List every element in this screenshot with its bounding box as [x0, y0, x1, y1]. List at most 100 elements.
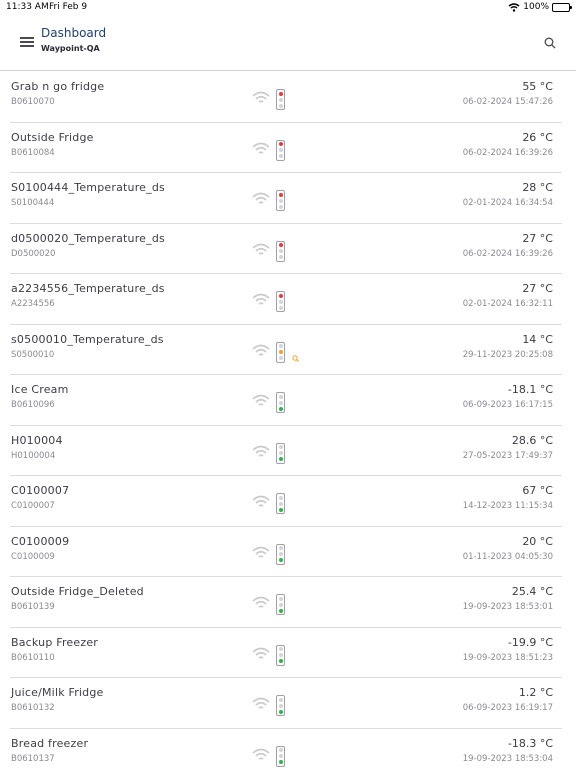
status-light-middle [278, 703, 283, 708]
device-name: d0500020_Temperature_ds [11, 231, 165, 245]
temperature-value: -19.9 °C [507, 635, 553, 649]
last-reading-time: 06-09-2023 16:17:15 [462, 400, 553, 410]
device-row[interactable]: s0500010_Temperature_ds S0500010 14 °C 2… [10, 325, 562, 375]
status-light-top [278, 192, 283, 197]
app-header: Dashboard Waypoint-QA [0, 16, 576, 71]
wifi-signal-icon [252, 192, 270, 204]
device-id: B0610084 [11, 147, 55, 158]
last-reading-time: 14-12-2023 11:15:34 [462, 501, 553, 511]
device-id: S0500010 [11, 349, 55, 360]
status-traffic-light-icon [276, 644, 285, 666]
status-traffic-light-icon [276, 190, 285, 211]
temperature-value: -18.3 °C [507, 736, 553, 750]
wifi-signal-icon [252, 344, 270, 356]
device-row[interactable]: Bread freezer B0610137 -18.3 °C 19-09-20… [10, 729, 562, 768]
device-row[interactable]: Ice Cream B0610096 -18.1 °C 06-09-2023 1… [10, 375, 562, 426]
status-traffic-light-icon [276, 745, 285, 767]
wifi-status-icon [508, 2, 520, 12]
status-traffic-light-icon [276, 543, 285, 565]
status-light-middle [278, 350, 283, 354]
status-light-bottom [278, 305, 283, 310]
temperature-value: 26 °C [522, 130, 553, 144]
device-row[interactable]: Juice/Milk Fridge B0610132 1.2 °C 06-09-… [10, 678, 562, 729]
status-light-top [278, 91, 283, 96]
wifi-signal-icon [252, 748, 270, 760]
status-light-bottom [278, 154, 283, 158]
status-light-bottom [278, 760, 283, 764]
last-reading-time: 29-11-2023 20:25:08 [462, 349, 553, 360]
last-reading-time: 06-02-2024 16:39:26 [462, 147, 553, 158]
status-light-top [278, 344, 283, 348]
device-id: D0500020 [11, 248, 56, 259]
temperature-value: 28 °C [522, 181, 553, 194]
wifi-signal-icon [252, 243, 270, 255]
status-light-bottom [278, 709, 283, 714]
battery-icon [552, 2, 572, 12]
status-light-bottom [278, 558, 283, 562]
device-name: C0100009 [11, 534, 70, 548]
device-name: Outside Fridge_Deleted [11, 585, 144, 598]
hamburger-menu-icon[interactable] [20, 37, 34, 47]
device-row[interactable]: Outside Fridge_Deleted B0610139 25.4 °C … [10, 577, 562, 628]
status-traffic-light-icon [276, 442, 285, 464]
temperature-value: 25.4 °C [511, 585, 553, 598]
device-row[interactable]: S0100444_Temperature_ds S0100444 28 °C 0… [10, 173, 562, 224]
status-light-middle [278, 299, 283, 304]
temperature-value: 55 °C [522, 80, 553, 93]
device-name: Outside Fridge [11, 130, 94, 144]
device-row[interactable]: Grab n go fridge B0610070 55 °C 06-02-20… [10, 72, 562, 123]
status-light-top [278, 546, 283, 550]
last-reading-time: 19-09-2023 18:53:04 [462, 753, 553, 764]
wifi-signal-icon [252, 91, 270, 103]
last-reading-time: 06-09-2023 16:19:17 [462, 703, 553, 713]
device-row[interactable]: C0100009 C0100009 20 °C 01-11-2023 04:05… [10, 527, 562, 577]
status-light-bottom [278, 204, 283, 209]
status-date: Fri Feb 9 [49, 2, 88, 12]
status-light-top [278, 394, 283, 399]
last-reading-time: 02-01-2024 16:34:54 [462, 198, 553, 208]
device-row[interactable]: H010004 H0100004 28.6 °C 27-05-2023 17:4… [10, 426, 562, 476]
status-light-bottom [278, 103, 283, 108]
device-id: B0610070 [11, 97, 55, 107]
device-row[interactable]: d0500020_Temperature_ds D0500020 27 °C 0… [10, 224, 562, 274]
device-row[interactable]: a2234556_Temperature_ds A2234556 27 °C 0… [10, 274, 562, 325]
search-icon[interactable] [544, 37, 556, 49]
device-name: S0100444_Temperature_ds [11, 181, 165, 194]
device-row[interactable]: C0100007 C0100007 67 °C 14-12-2023 11:15… [10, 476, 562, 527]
device-name: a2234556_Temperature_ds [11, 282, 165, 295]
temperature-value: 28.6 °C [511, 433, 553, 447]
device-name: Ice Cream [11, 383, 69, 396]
status-traffic-light-icon [276, 392, 285, 413]
wifi-signal-icon [252, 293, 270, 305]
device-name: Grab n go fridge [11, 80, 105, 93]
temperature-value: 67 °C [522, 484, 553, 497]
device-name: C0100007 [11, 484, 70, 497]
status-light-bottom [278, 507, 283, 512]
device-row[interactable]: Backup Freezer B0610110 -19.9 °C 19-09-2… [10, 628, 562, 678]
temperature-value: -18.1 °C [507, 383, 553, 396]
status-traffic-light-icon [276, 594, 285, 615]
device-id: C0100009 [11, 551, 55, 562]
temperature-value: 1.2 °C [518, 686, 553, 699]
device-id: H0100004 [11, 450, 56, 461]
device-id: C0100007 [11, 501, 55, 511]
status-light-bottom [278, 356, 283, 360]
temperature-value: 20 °C [522, 534, 553, 548]
status-traffic-light-icon [276, 89, 285, 110]
status-light-middle [278, 97, 283, 102]
status-traffic-light-icon [276, 139, 285, 161]
last-reading-time: 19-09-2023 18:51:23 [462, 652, 553, 663]
wifi-signal-icon [252, 647, 270, 659]
status-traffic-light-icon [276, 341, 285, 363]
device-row[interactable]: Outside Fridge B0610084 26 °C 06-02-2024… [10, 123, 562, 173]
status-light-middle [278, 653, 283, 657]
status-light-middle [278, 552, 283, 556]
status-light-middle [278, 501, 283, 506]
status-light-middle [278, 148, 283, 152]
status-light-bottom [278, 659, 283, 663]
status-light-bottom [278, 608, 283, 613]
status-light-top [278, 647, 283, 651]
last-reading-time: 06-02-2024 16:39:26 [462, 248, 553, 259]
device-id: B0610096 [11, 400, 55, 410]
device-id: B0610110 [11, 652, 55, 663]
